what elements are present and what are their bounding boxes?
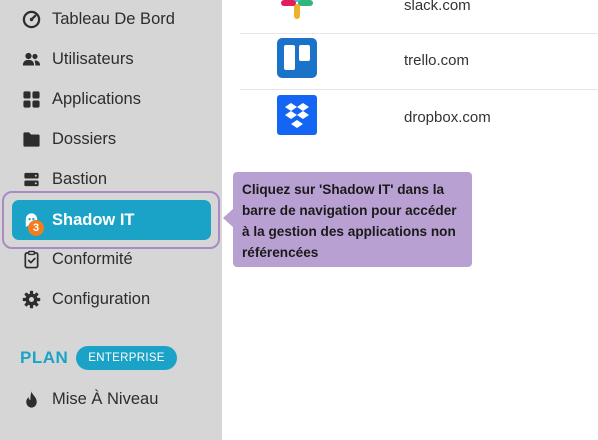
sidebar-item-label: Configuration xyxy=(52,289,151,308)
dropbox-logo-icon xyxy=(276,95,317,140)
sidebar-item-applications[interactable]: Applications xyxy=(20,87,141,111)
step-number-badge: 3 xyxy=(28,220,44,236)
onboarding-tooltip: Cliquez sur 'Shadow IT' dans la barre de… xyxy=(233,172,472,267)
sidebar-item-shadow-it[interactable]: 3 Shadow IT xyxy=(12,200,211,240)
app-row[interactable]: trello.com xyxy=(240,32,598,89)
app-domain: slack.com xyxy=(404,0,471,14)
app-row[interactable]: slack.com xyxy=(240,0,598,34)
trello-logo-icon xyxy=(276,38,317,83)
app-logo-cell xyxy=(240,0,353,28)
sidebar-item-folders[interactable]: Dossiers xyxy=(20,127,116,151)
sidebar-item-label: Applications xyxy=(52,89,141,108)
sidebar-item-configuration[interactable]: Configuration xyxy=(20,287,150,311)
sidebar: Tableau De Bord Utilisateurs Application… xyxy=(0,0,222,440)
app-domain: dropbox.com xyxy=(404,109,491,126)
sidebar-item-label: Dossiers xyxy=(52,129,117,148)
app-logo-cell xyxy=(240,38,353,83)
tooltip-text: Cliquez sur 'Shadow IT' dans la barre de… xyxy=(242,182,457,260)
app-row[interactable]: dropbox.com xyxy=(240,89,598,146)
sidebar-item-users[interactable]: Utilisateurs xyxy=(20,47,134,71)
server-icon xyxy=(20,168,42,190)
plan-badge: ENTERPRISE xyxy=(76,346,177,370)
sidebar-item-label: Bastion xyxy=(52,169,108,188)
sidebar-item-compliance[interactable]: Conformité xyxy=(20,247,133,271)
sidebar-item-label: Utilisateurs xyxy=(52,49,134,68)
folder-icon xyxy=(20,128,42,150)
slack-logo-icon xyxy=(277,0,317,28)
plan-label: PLAN xyxy=(20,348,69,367)
sidebar-item-label: Tableau De Bord xyxy=(52,9,175,28)
plan-indicator: PLAN ENTERPRISE xyxy=(20,345,177,371)
sidebar-item-label: Conformité xyxy=(52,249,133,268)
ghost-icon: 3 xyxy=(20,209,44,236)
users-icon xyxy=(20,48,42,70)
dashboard-gauge-icon xyxy=(20,8,42,30)
app-domain: trello.com xyxy=(404,52,470,69)
grid-apps-icon xyxy=(20,88,42,110)
sidebar-item-bastion[interactable]: Bastion xyxy=(20,167,107,191)
gear-icon xyxy=(20,288,42,310)
sidebar-item-label: Shadow IT xyxy=(52,210,135,229)
sidebar-item-label: Mise À Niveau xyxy=(52,389,159,408)
clipboard-check-icon xyxy=(20,248,42,270)
app-logo-cell xyxy=(240,95,353,140)
flame-icon xyxy=(20,388,42,410)
sidebar-item-upgrade[interactable]: Mise À Niveau xyxy=(20,387,158,411)
sidebar-item-dashboard[interactable]: Tableau De Bord xyxy=(20,7,175,31)
